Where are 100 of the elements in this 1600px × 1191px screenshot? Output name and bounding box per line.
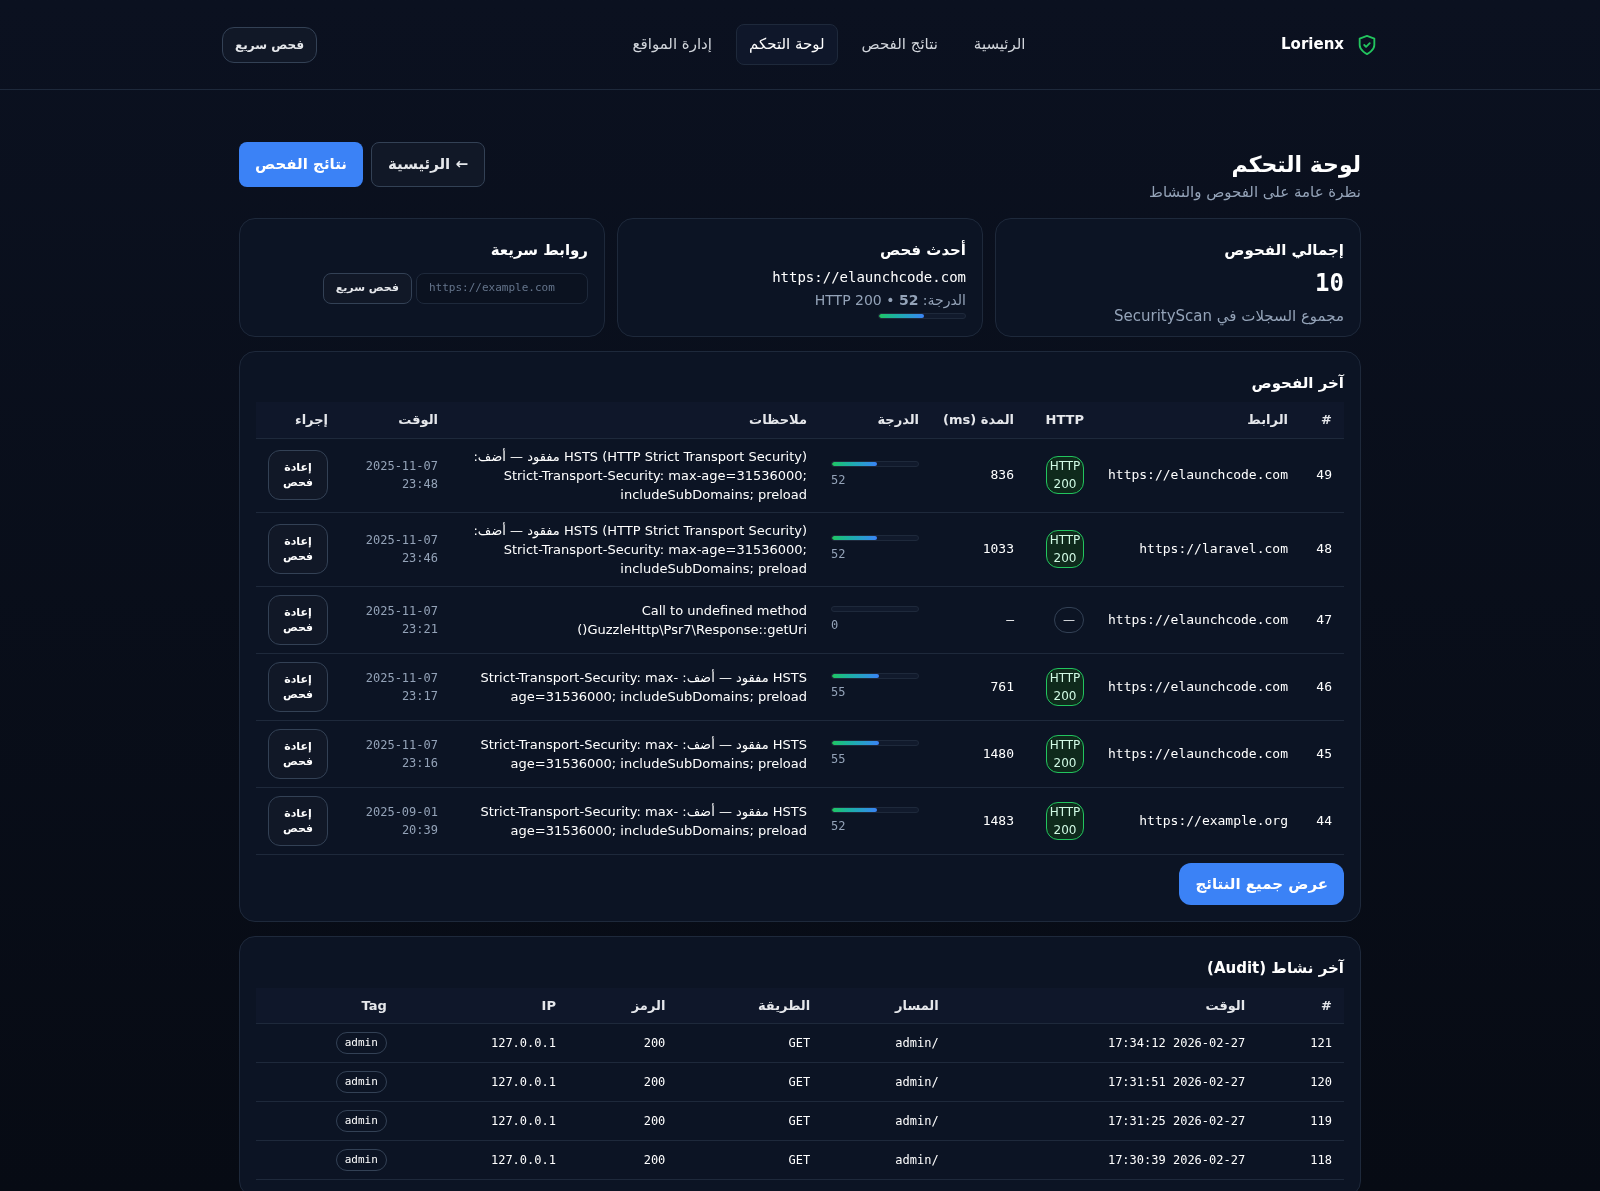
note-cell: HSTS مفقود — أضف: Strict-Transport-Security: max-age=31536000; includeSubDomains; preload bbox=[450, 720, 819, 787]
time-cell: 2025-11-07 23:48 bbox=[340, 438, 450, 512]
duration-cell: 1480 bbox=[931, 720, 1026, 787]
brand-name: Lorienx bbox=[1281, 34, 1344, 56]
time-cell: 2025-11-07 23:46 bbox=[340, 512, 450, 586]
shield-check-icon bbox=[1356, 32, 1378, 57]
table-cell: 127.0.0.1 bbox=[398, 1062, 568, 1102]
table-cell: 200 bbox=[567, 1062, 678, 1102]
table-cell: 120 bbox=[1257, 1062, 1344, 1102]
note-cell: Call to undefined method GuzzleHttp\Psr7\Response::getUri() bbox=[450, 586, 819, 653]
rescan-button[interactable]: إعادة فحص bbox=[268, 594, 328, 645]
home-button[interactable]: ← الرئيسية bbox=[370, 142, 486, 187]
column-header: المسار bbox=[822, 987, 951, 1024]
view-all-results-button[interactable]: عرض جميع النتائج bbox=[1179, 862, 1344, 905]
time-cell: 2025-11-07 23:21 bbox=[340, 586, 450, 653]
time-cell: 2025-11-07 23:16 bbox=[340, 720, 450, 787]
column-header: الرمز bbox=[567, 987, 678, 1024]
card-title: إجمالي الفحوص bbox=[1223, 239, 1344, 261]
column-header: الوقت bbox=[340, 402, 450, 438]
time-cell: 2025-09-01 20:39 bbox=[340, 787, 450, 854]
note-cell: HSTS مفقود — أضف: Strict-Transport-Security: max-age=31536000; includeSubDomains; preload bbox=[450, 653, 819, 720]
column-header: Tag bbox=[256, 987, 399, 1024]
nav-link[interactable]: لوحة التحكم bbox=[735, 24, 838, 65]
table-cell: GET bbox=[677, 1062, 823, 1102]
score-value: 55 bbox=[831, 750, 847, 768]
total-scans-value: 10 bbox=[1314, 268, 1344, 299]
table-cell: 121 bbox=[1257, 1023, 1344, 1063]
total-scans-note: مجموع السجلات في SecurityScan bbox=[1112, 306, 1344, 328]
http-status-badge: HTTP 200 bbox=[1046, 456, 1084, 494]
duration-cell: 836 bbox=[931, 438, 1026, 512]
table-cell: /admin bbox=[822, 1101, 951, 1141]
section-title: آخر الفحوص bbox=[1250, 372, 1344, 394]
card-title: أحدث فحص bbox=[879, 239, 966, 261]
table-cell: 2026-02-27 17:34:12 bbox=[950, 1023, 1258, 1063]
table-cell: 45 bbox=[1300, 720, 1344, 787]
score-value: 52 bbox=[831, 472, 847, 489]
scan-results-button[interactable]: نتائج الفحص bbox=[239, 142, 363, 187]
url-cell: https://elaunchcode.com bbox=[1096, 653, 1300, 720]
card-title: روابط سريعة bbox=[489, 239, 588, 261]
section-title: آخر نشاط (Audit) bbox=[1206, 958, 1344, 979]
note-cell: HSTS (HTTP Strict Transport Security) مفقود — أضف: Strict-Transport-Security: max-age=31536000; includeSubDomains; preload bbox=[450, 512, 819, 586]
note-cell: HSTS مفقود — أضف: Strict-Transport-Security: max-age=31536000; includeSubDomains; preload bbox=[450, 787, 819, 854]
rescan-button[interactable]: إعادة فحص bbox=[268, 728, 328, 779]
column-header: المدة (ms) bbox=[931, 402, 1026, 438]
column-header: الوقت bbox=[950, 987, 1258, 1024]
score-value: 0 bbox=[831, 616, 840, 634]
table-cell: 2026-02-27 17:31:25 bbox=[950, 1101, 1258, 1141]
duration-cell: 1033 bbox=[931, 512, 1026, 586]
table-cell: 119 bbox=[1257, 1101, 1344, 1141]
column-header: # bbox=[1300, 402, 1344, 438]
http-status-badge: HTTP 200 bbox=[1046, 734, 1084, 773]
column-header: IP bbox=[398, 987, 568, 1024]
url-cell: https://laravel.com bbox=[1096, 512, 1300, 586]
rescan-button[interactable]: إعادة فحص bbox=[268, 661, 328, 712]
column-header: الدرجة bbox=[819, 402, 931, 438]
rescan-button[interactable]: إعادة فحص bbox=[268, 450, 328, 500]
quick-scan-button[interactable]: فحص سريع bbox=[322, 273, 412, 304]
column-header: HTTP bbox=[1026, 402, 1096, 438]
table-cell: 44 bbox=[1300, 787, 1344, 854]
column-header: ملاحظات bbox=[450, 402, 819, 438]
url-input-field[interactable]: https://example.com bbox=[416, 273, 588, 304]
table-cell: /admin bbox=[822, 1062, 951, 1102]
latest-scan-url: https://elaunchcode.com bbox=[771, 268, 966, 287]
table-cell: 127.0.0.1 bbox=[398, 1140, 568, 1180]
url-cell: https://elaunchcode.com bbox=[1096, 438, 1300, 512]
rescan-button[interactable]: إعادة فحص bbox=[268, 524, 328, 574]
table-cell: 48 bbox=[1300, 512, 1344, 586]
http-status-badge: HTTP 200 bbox=[1046, 801, 1084, 840]
table-cell: 200 bbox=[567, 1101, 678, 1141]
score-value: 52 bbox=[831, 817, 847, 835]
column-header: الرابط bbox=[1096, 402, 1300, 438]
table-cell: 49 bbox=[1300, 438, 1344, 512]
table-cell: 47 bbox=[1300, 586, 1344, 653]
url-cell: https://example.org bbox=[1096, 787, 1300, 854]
score-value: 52 bbox=[831, 546, 847, 563]
score-value: 55 bbox=[831, 683, 847, 701]
duration-cell: 761 bbox=[931, 653, 1026, 720]
rescan-button[interactable]: إعادة فحص bbox=[268, 795, 328, 846]
url-cell: https://elaunchcode.com bbox=[1096, 586, 1300, 653]
nav-link[interactable]: نتائج الفحص bbox=[849, 25, 950, 64]
url-cell: https://elaunchcode.com bbox=[1096, 720, 1300, 787]
time-cell: 2025-11-07 23:17 bbox=[340, 653, 450, 720]
duration-cell: – bbox=[931, 586, 1026, 653]
duration-cell: 1483 bbox=[931, 787, 1026, 854]
http-status-badge: HTTP 200 bbox=[1046, 530, 1084, 568]
http-status-badge: HTTP 200 bbox=[1046, 667, 1084, 706]
nav-link[interactable]: إدارة المواقع bbox=[620, 25, 724, 64]
page-subtitle: نظرة عامة على الفحوص والنشاط bbox=[1149, 182, 1361, 203]
table-cell: 2026-02-27 17:30:39 bbox=[950, 1140, 1258, 1180]
table-cell: GET bbox=[677, 1101, 823, 1141]
nav-link[interactable]: الرئيسية bbox=[961, 25, 1038, 64]
quick-scan-button[interactable]: فحص سريع bbox=[222, 26, 318, 63]
table-cell: /admin bbox=[822, 1023, 951, 1063]
table-cell: 200 bbox=[567, 1023, 678, 1063]
page-title: لوحة التحكم bbox=[1230, 151, 1361, 180]
table-cell: GET bbox=[677, 1140, 823, 1180]
table-cell: 127.0.0.1 bbox=[398, 1101, 568, 1141]
table-cell: 2026-02-27 17:31:51 bbox=[950, 1062, 1258, 1102]
table-cell: GET bbox=[677, 1023, 823, 1063]
note-cell: HSTS (HTTP Strict Transport Security) مفقود — أضف: Strict-Transport-Security: max-age=31536000; includeSubDomains; preload bbox=[450, 438, 819, 512]
